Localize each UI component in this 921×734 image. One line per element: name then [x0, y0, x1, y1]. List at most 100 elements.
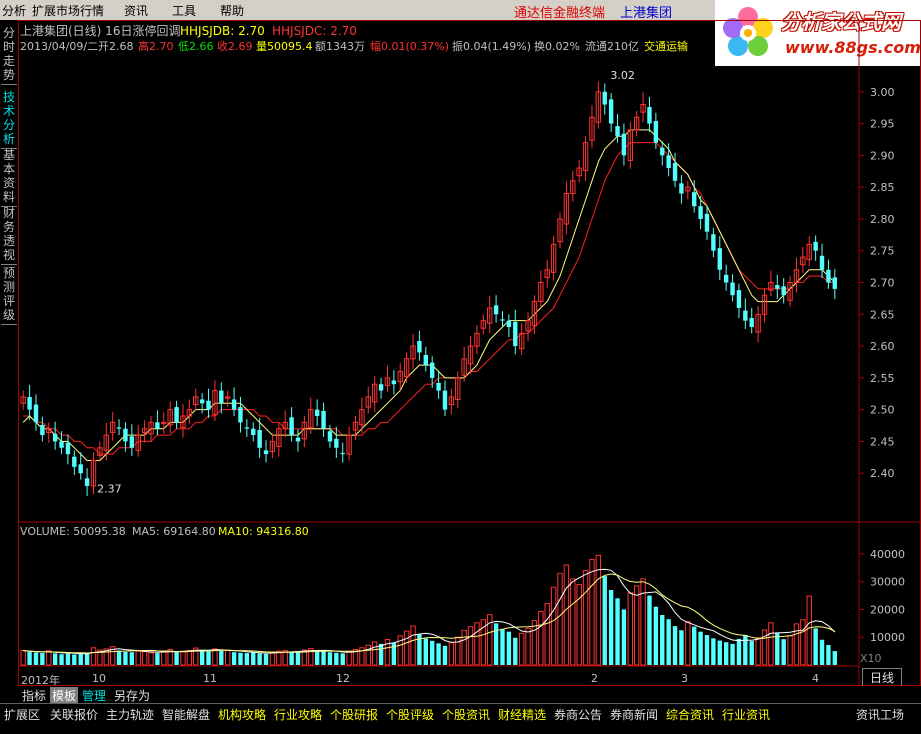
- price-axis: 3.00 2.95 2.90 2.85 2.80 2.75 2.70 2.65 2.60 2.55…: [859, 86, 895, 480]
- volume-bar: [653, 606, 659, 665]
- tab-save-as[interactable]: 另存为: [114, 687, 150, 704]
- tab-technical[interactable]: 技术分析: [1, 90, 17, 149]
- volume-bar: [749, 641, 754, 665]
- footer-tab-related[interactable]: 关联报价: [50, 706, 98, 723]
- candle-body: [647, 107, 652, 124]
- price-tick-label: 2.90: [870, 149, 895, 162]
- tab-financials[interactable]: 财务透视: [1, 206, 17, 265]
- candle-body: [819, 255, 825, 270]
- volume-bar: [116, 650, 122, 665]
- date-label: 12: [336, 672, 350, 685]
- candle-body: [65, 442, 71, 455]
- volume-bar: [557, 572, 563, 666]
- volume-tick-label: 40000: [870, 548, 905, 561]
- footer-tab-mainforce[interactable]: 主力轨迹: [106, 706, 154, 723]
- footer-tab-workshop[interactable]: 资讯工场: [856, 706, 904, 723]
- tab-fundamentals[interactable]: 基本资料: [1, 148, 17, 207]
- volume-bar: [500, 628, 505, 665]
- footer-tab-inst[interactable]: 机构攻略: [218, 706, 266, 723]
- candle-body: [743, 310, 748, 321]
- volume-bar: [717, 640, 722, 665]
- footer-tab-industry[interactable]: 行业攻略: [274, 706, 322, 723]
- volume-bar: [493, 623, 499, 665]
- volume-bar: [436, 643, 441, 665]
- candle-body: [723, 274, 729, 283]
- volume-bar: [72, 654, 77, 665]
- footer-tab-stocknews[interactable]: 个股资讯: [442, 706, 490, 723]
- volume-bar: [59, 654, 64, 665]
- volume-bar: [615, 598, 620, 665]
- ma-slow-line: [23, 142, 835, 455]
- broker-title: 通达信金融终端: [514, 6, 606, 21]
- volume-bar: [602, 576, 607, 665]
- tab-ratings[interactable]: 预测评级: [1, 266, 17, 325]
- footer-tab-general[interactable]: 综合资讯: [666, 706, 714, 723]
- price-tick-label: 2.95: [870, 118, 895, 131]
- candle-body: [775, 285, 780, 289]
- volume-bar: [90, 647, 97, 666]
- volume-bar: [314, 650, 320, 665]
- tab-intraday[interactable]: 分时走势: [1, 26, 17, 85]
- volume-bar: [666, 619, 671, 665]
- candle-body: [692, 192, 697, 207]
- candle-body: [27, 396, 32, 410]
- footer-tab-rating[interactable]: 个股评级: [386, 706, 434, 723]
- indicator-hhjsjdb: HHJSJDB: 2.70: [180, 24, 265, 38]
- volume-bar: [206, 651, 211, 665]
- candle-body: [653, 121, 659, 143]
- footer-tab-broker-notice[interactable]: 券商公告: [554, 706, 602, 723]
- footer-tabs: 扩展区 关联报价 主力轨迹 智能解盘 机构攻略 行业攻略 个股研报 个股评级 个…: [0, 703, 921, 734]
- candle-body: [749, 318, 754, 327]
- footer-tab-broker-news[interactable]: 券商新闻: [610, 706, 658, 723]
- menu-help[interactable]: 帮助: [220, 2, 244, 19]
- candle-body: [602, 91, 607, 105]
- volume-bar: [685, 621, 691, 666]
- candle-body: [84, 478, 90, 486]
- volume-bar: [135, 650, 141, 666]
- candle-body: [314, 409, 320, 416]
- menu-news[interactable]: 资讯: [124, 2, 148, 19]
- volume-bar: [410, 625, 416, 666]
- candle-body: [417, 340, 422, 353]
- quote-open: 开2.68: [98, 40, 134, 53]
- menu-tools[interactable]: 工具: [172, 2, 196, 19]
- footer-tab-research[interactable]: 个股研报: [330, 706, 378, 723]
- tab-templates[interactable]: 模板: [50, 687, 79, 704]
- tab-manage[interactable]: 管理: [82, 687, 106, 704]
- quote-amplitude: 振0.04(1.49%): [452, 39, 531, 53]
- candle-body: [711, 234, 716, 251]
- tab-indicators[interactable]: 指标: [22, 687, 46, 704]
- footer-tab-finance[interactable]: 财经精选: [498, 706, 546, 723]
- volume-bar: [403, 630, 410, 666]
- candle-body: [72, 456, 77, 467]
- volume-bar: [582, 570, 589, 666]
- menu-analysis[interactable]: 分析: [2, 2, 26, 19]
- low-annotation: 2.37: [97, 482, 122, 495]
- footer-tab-ext[interactable]: 扩展区: [4, 706, 40, 723]
- volume-tick-label: 30000: [870, 576, 905, 589]
- volume-bar: [52, 653, 58, 665]
- menu-ext-market[interactable]: 扩展市场行情: [32, 2, 104, 19]
- volume-tick-label: 10000: [870, 631, 905, 644]
- indicator-hhjsjdc: HHJSJDC: 2.70: [272, 24, 357, 38]
- quote-high: 高2.70: [138, 39, 174, 53]
- volume-bar: [640, 578, 646, 666]
- volume-bar: [544, 603, 550, 666]
- candle-body: [334, 438, 339, 448]
- candle-body: [500, 319, 505, 321]
- volume-bar: [20, 650, 26, 666]
- volume-bar: [531, 620, 538, 666]
- candle-body: [717, 248, 722, 270]
- period-selector[interactable]: 日线: [862, 668, 902, 688]
- volume-bar: [46, 650, 52, 666]
- quote-volume: 量50095.4: [256, 40, 313, 53]
- volume-bar: [430, 640, 435, 665]
- footer-tab-smart[interactable]: 智能解盘: [162, 706, 210, 723]
- footer-tab-industry-news[interactable]: 行业资讯: [722, 706, 770, 723]
- kline-chart[interactable]: 上港集团(日线) 16日涨停回调 HHJSJDB: 2.70 HHJSJDC: …: [18, 20, 921, 686]
- volume-bar: [40, 653, 45, 665]
- high-annotation: 3.02: [610, 69, 635, 82]
- candlestick-series: [20, 81, 837, 497]
- candle-body: [704, 213, 710, 232]
- volume-bar: [723, 642, 729, 665]
